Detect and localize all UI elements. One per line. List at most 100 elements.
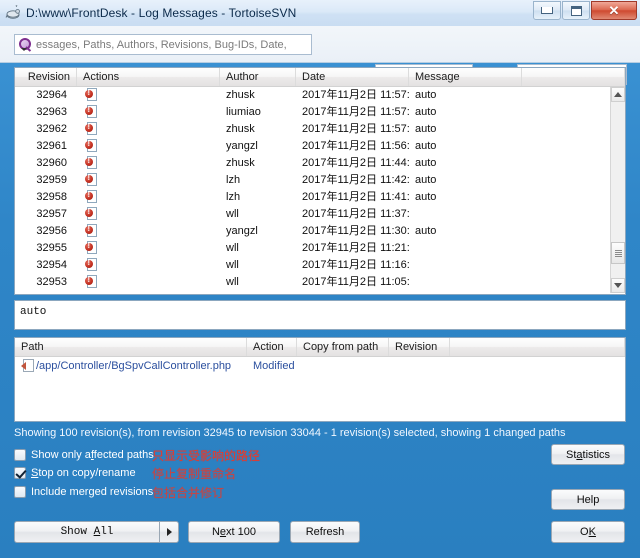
annotation-stop-on-copy-rename: 停止复制重命名 (152, 467, 237, 481)
cell-actions (77, 87, 220, 104)
table-row[interactable]: 32955 wll 2017年11月2日 11:21:49 (15, 240, 625, 257)
minimize-button[interactable] (533, 1, 561, 20)
cell-actions (77, 172, 220, 189)
title-bar: * D:\www\FrontDesk - Log Messages - Tort… (0, 0, 640, 27)
checkbox-stop-on-copy-rename[interactable]: Stop on copy/rename (14, 467, 136, 479)
cell-author: zhusk (226, 89, 255, 101)
modified-icon (85, 190, 97, 203)
svg-text:*: * (16, 5, 18, 11)
table-row[interactable]: 32964 zhusk 2017年11月2日 11:57:38 auto (15, 87, 625, 104)
cell-actions (77, 257, 220, 274)
checkbox-include-merged-revisions[interactable]: Include merged revisions (14, 486, 153, 498)
table-row[interactable]: 32956 yangzl 2017年11月2日 11:30:21 auto (15, 223, 625, 240)
ok-label: OK (580, 526, 596, 538)
close-icon: ✕ (608, 3, 620, 18)
table-row[interactable]: 32953 wll 2017年11月2日 11:05:16 (15, 274, 625, 291)
cell-revision: 32963 (36, 106, 67, 118)
cell-actions (77, 206, 220, 223)
path-text: /app/Controller/BgSpvCallController.php (36, 360, 232, 372)
cell-date: 2017年11月2日 11:42:04 (302, 174, 409, 186)
column-header-message[interactable]: Message (409, 68, 522, 86)
log-list-header: Revision Actions Author Date Message (15, 68, 625, 87)
table-row[interactable]: 32958 lzh 2017年11月2日 11:41:49 auto (15, 189, 625, 206)
checkbox-box[interactable] (14, 449, 26, 461)
show-all-dropdown[interactable] (159, 521, 179, 543)
triangle-up-icon (614, 92, 622, 97)
checkbox-label: Stop on copy/rename (31, 467, 136, 479)
cell-date: 2017年11月2日 11:30:21 (302, 225, 409, 237)
file-modified-icon (21, 359, 34, 372)
next-100-label: Next 100 (211, 526, 257, 538)
cell-actions (77, 189, 220, 206)
column-header-path-spacer[interactable] (450, 338, 625, 356)
column-header-actions[interactable]: Actions (77, 68, 220, 86)
help-button[interactable]: Help (551, 489, 625, 510)
scroll-down-button[interactable] (611, 278, 625, 293)
scrollbar-thumb[interactable] (611, 242, 625, 264)
cell-action: Modified (253, 360, 295, 372)
column-header-date[interactable]: Date (296, 68, 409, 86)
modified-icon (85, 156, 97, 169)
cell-message (409, 257, 522, 274)
help-label: Help (576, 493, 600, 506)
checkbox-show-only-affected-paths[interactable]: Show only affected paths (14, 449, 154, 461)
cell-revision: 32953 (36, 276, 67, 288)
cell-revision: 32962 (36, 123, 67, 135)
column-header-path[interactable]: Path (15, 338, 247, 356)
triangle-right-icon (166, 528, 172, 536)
checkbox-box[interactable] (14, 486, 26, 498)
log-list-scrollbar[interactable] (610, 87, 625, 293)
checkbox-box[interactable] (14, 467, 26, 479)
annotation-show-only-affected-paths: 只显示受影响的路径 (152, 449, 261, 463)
column-header-revision[interactable]: Revision (15, 68, 77, 86)
column-header-author[interactable]: Author (220, 68, 296, 86)
scroll-up-button[interactable] (611, 87, 625, 102)
refresh-button[interactable]: Refresh (290, 521, 360, 543)
grip-icon (614, 249, 622, 257)
changed-paths-list[interactable]: Path Action Copy from path Revision /app… (14, 337, 626, 422)
cell-date: 2017年11月2日 11:16:59 (302, 259, 409, 271)
column-header-action[interactable]: Action (247, 338, 297, 356)
search-icon[interactable] (18, 37, 33, 52)
show-all-button[interactable]: Show All (14, 521, 179, 543)
table-row[interactable]: /app/Controller/BgSpvCallController.php M… (15, 357, 625, 375)
column-header-spacer[interactable] (522, 68, 625, 86)
path-rows-container: /app/Controller/BgSpvCallController.php M… (15, 357, 625, 375)
cell-revision: 32955 (36, 242, 67, 254)
cell-author: wll (226, 259, 239, 271)
table-row[interactable]: 32961 yangzl 2017年11月2日 11:56:59 auto (15, 138, 625, 155)
column-header-copy-from-path[interactable]: Copy from path (297, 338, 389, 356)
cell-message: auto (415, 174, 437, 186)
tortoisesvn-log-window: * D:\www\FrontDesk - Log Messages - Tort… (0, 0, 640, 558)
log-list[interactable]: Revision Actions Author Date Message 329… (14, 67, 626, 295)
cell-message (409, 206, 522, 223)
close-button[interactable]: ✕ (591, 1, 637, 20)
column-header-path-revision[interactable]: Revision (389, 338, 450, 356)
cell-author: wll (226, 242, 239, 254)
modified-icon (85, 122, 97, 135)
cell-date: 2017年11月2日 11:57:02 (302, 123, 409, 135)
table-row[interactable]: 32957 wll 2017年11月2日 11:37:28 (15, 206, 625, 223)
next-100-button[interactable]: Next 100 (188, 521, 280, 543)
cell-message: auto (415, 89, 437, 101)
modified-icon (85, 173, 97, 186)
maximize-button[interactable] (562, 1, 590, 20)
table-row[interactable]: 32963 liumiao 2017年11月2日 11:57:03 auto (15, 104, 625, 121)
cell-author: zhusk (226, 123, 255, 135)
search-input[interactable]: essages, Paths, Authors, Revisions, Bug-… (14, 34, 312, 55)
table-row[interactable]: 32959 lzh 2017年11月2日 11:42:04 auto (15, 172, 625, 189)
table-row[interactable]: 32954 wll 2017年11月2日 11:16:59 (15, 257, 625, 274)
cell-author: yangzl (226, 225, 258, 237)
minimize-icon (541, 7, 553, 14)
cell-revision: 32958 (36, 191, 67, 203)
commit-message-box[interactable]: auto (14, 300, 626, 330)
table-row[interactable]: 32960 zhusk 2017年11月2日 11:44:54 auto (15, 155, 625, 172)
modified-icon (85, 105, 97, 118)
table-row[interactable]: 32962 zhusk 2017年11月2日 11:57:02 auto (15, 121, 625, 138)
statistics-button[interactable]: Statistics (551, 444, 625, 465)
show-all-main[interactable]: Show All (14, 521, 159, 543)
modified-icon (85, 241, 97, 254)
ok-button[interactable]: OK (551, 521, 625, 543)
cell-date: 2017年11月2日 11:41:49 (302, 191, 409, 203)
cell-date: 2017年11月2日 11:37:28 (302, 208, 409, 220)
